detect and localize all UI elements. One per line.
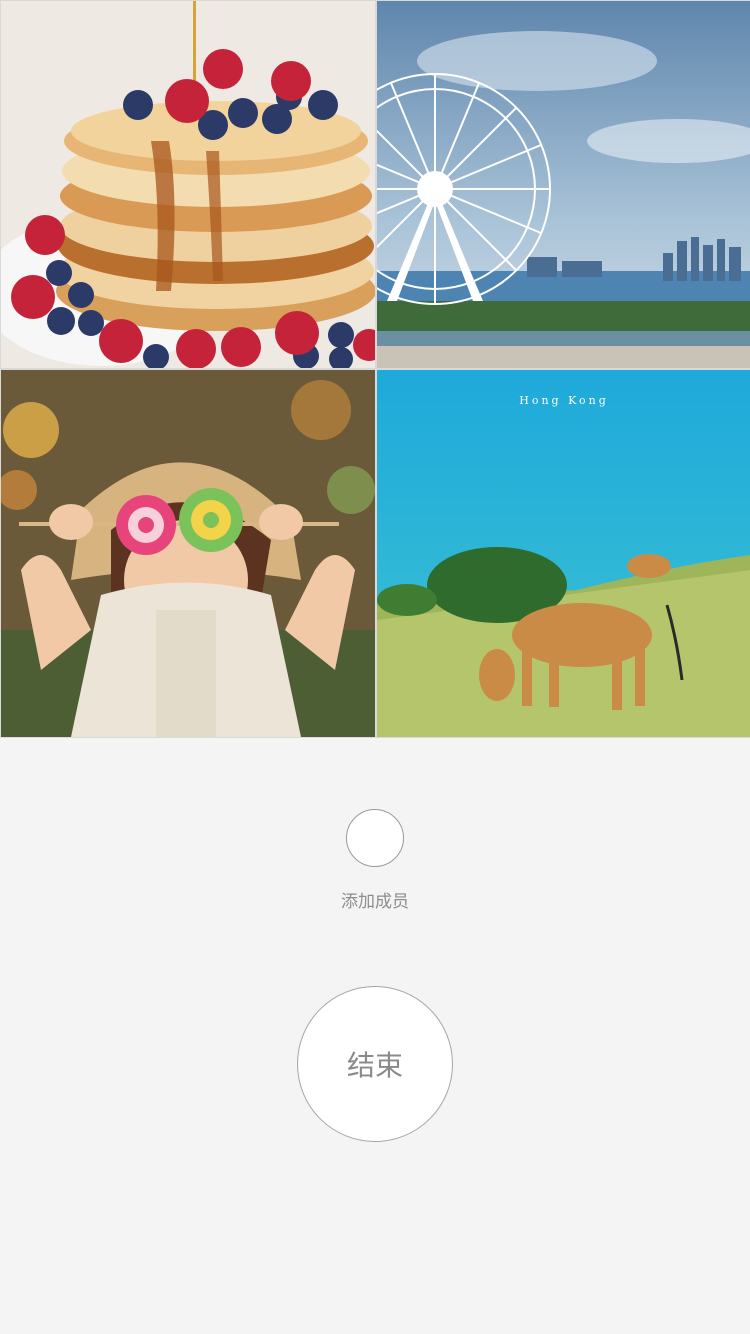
cows-seaside-photo[interactable]: Hong Kong: [377, 370, 750, 737]
tile-caption: Hong Kong: [519, 394, 609, 407]
add-member-button[interactable]: [346, 809, 404, 867]
add-member-label: 添加成员: [341, 892, 409, 912]
ferris-wheel-photo[interactable]: [377, 1, 750, 368]
pancakes-photo[interactable]: [1, 1, 375, 368]
add-member-section: 添加成员: [0, 809, 750, 912]
end-button-label: 结束: [346, 1049, 403, 1082]
photo-grid: Hong Kong: [0, 0, 750, 738]
end-button[interactable]: 结束: [297, 986, 453, 1142]
girl-lollipops-photo[interactable]: [1, 370, 375, 737]
